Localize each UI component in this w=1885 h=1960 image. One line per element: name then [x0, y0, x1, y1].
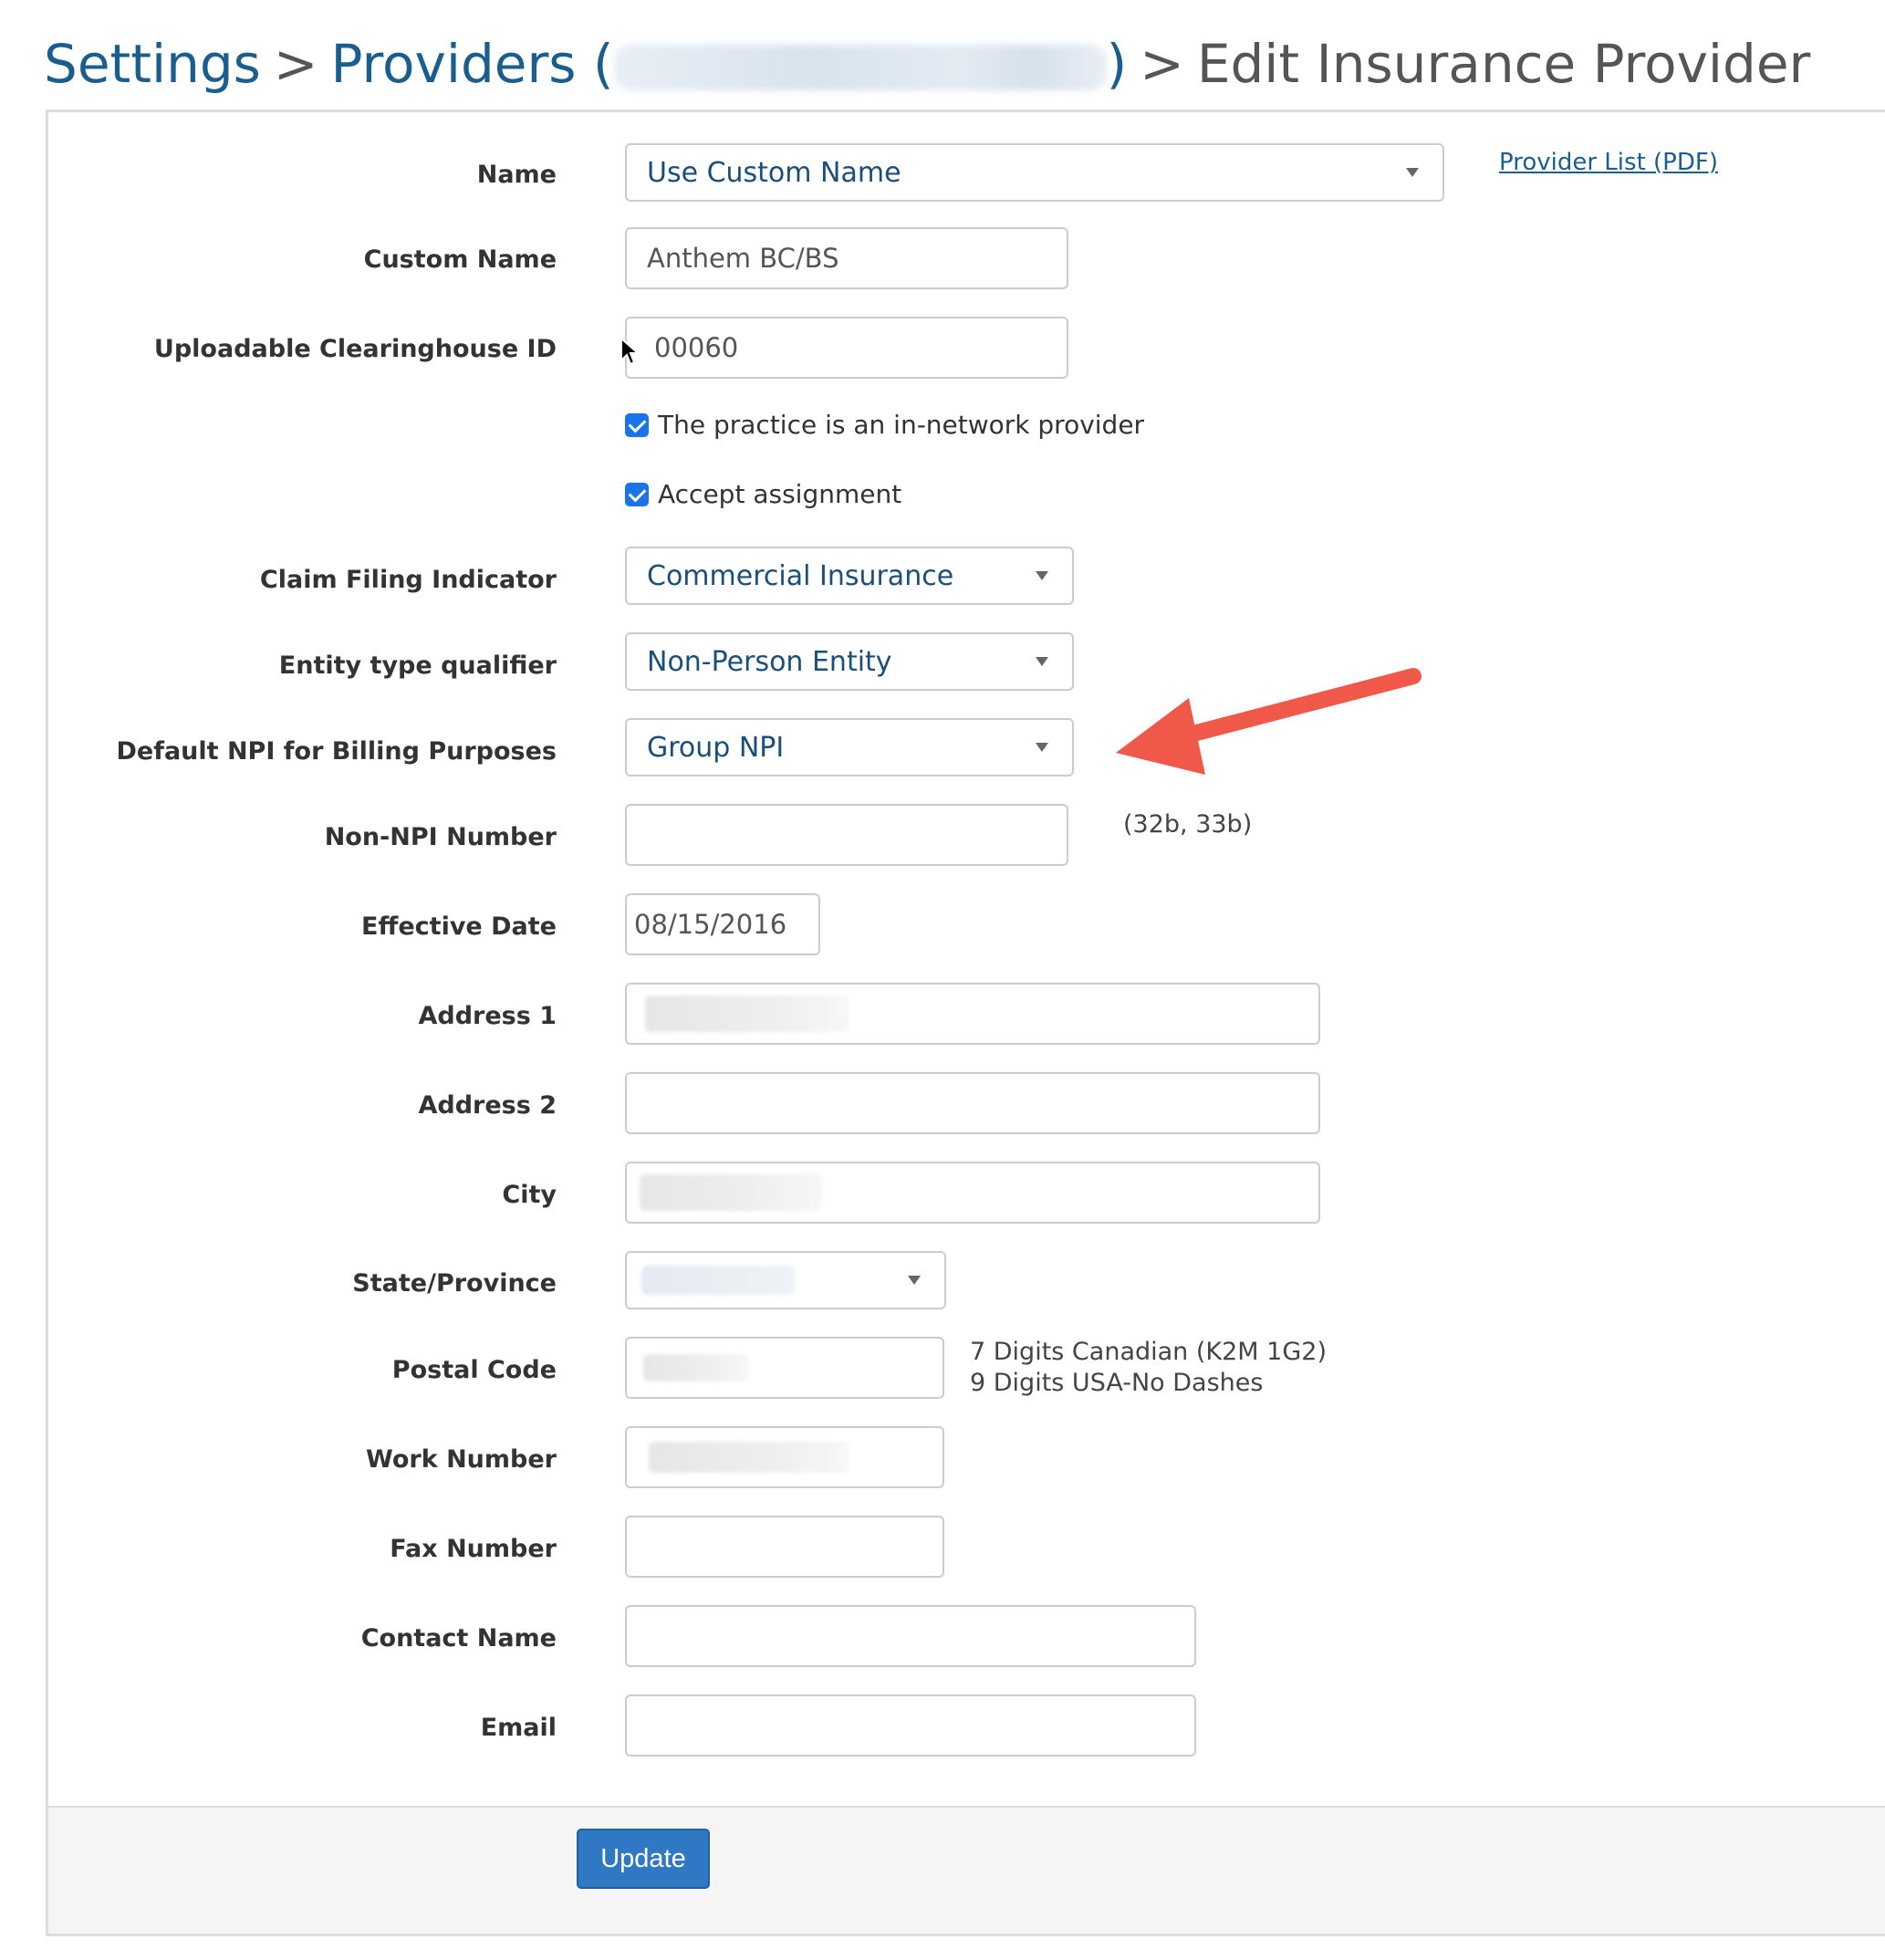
custom-name-input[interactable]: Anthem BC/BS [625, 227, 1068, 289]
chevron-down-icon [1036, 571, 1048, 580]
postal-code-label: Postal Code [391, 1356, 557, 1384]
provider-list-pdf-link[interactable]: Provider List (PDF) [1499, 149, 1718, 176]
email-label: Email [480, 1714, 557, 1742]
postal-code-hint-usa: 9 Digits USA-No Dashes [970, 1369, 1264, 1397]
name-select-value: Use Custom Name [647, 156, 901, 189]
address2-input[interactable] [625, 1072, 1320, 1134]
breadcrumb: Settings > Providers () > Edit Insurance Pro… [44, 29, 1810, 99]
default-npi-select[interactable]: Group NPI [625, 718, 1074, 777]
accept-assignment-checkbox-row[interactable]: Accept assignment [625, 479, 901, 509]
in-network-checkbox-row[interactable]: The practice is an in-network provider [625, 410, 1144, 440]
breadcrumb-current: Edit Insurance Provider [1196, 33, 1811, 95]
contact-name-input[interactable] [625, 1605, 1196, 1667]
redacted-city [640, 1174, 822, 1211]
redacted-provider-name [613, 44, 1107, 90]
address2-label: Address 2 [418, 1091, 557, 1120]
accept-assignment-checkbox[interactable] [625, 482, 649, 506]
claim-filing-label: Claim Filing Indicator [259, 566, 557, 594]
annotation-arrow-icon [1116, 668, 1422, 775]
contact-name-label: Contact Name [360, 1624, 557, 1652]
entity-type-value: Non-Person Entity [647, 645, 892, 678]
default-npi-label: Default NPI for Billing Purposes [116, 737, 557, 766]
redacted-state [641, 1266, 795, 1295]
default-npi-value: Group NPI [647, 731, 785, 764]
city-input[interactable] [625, 1162, 1320, 1224]
entity-type-label: Entity type qualifier [278, 652, 557, 680]
custom-name-value: Anthem BC/BS [647, 243, 839, 274]
breadcrumb-providers-link[interactable]: Providers () [331, 33, 1128, 95]
breadcrumb-separator: > [1140, 33, 1184, 95]
effective-date-input[interactable]: 08/15/2016 [625, 893, 820, 955]
in-network-label: The practice is an in-network provider [658, 410, 1145, 440]
redacted-address1 [645, 996, 849, 1032]
entity-type-select[interactable]: Non-Person Entity [625, 632, 1074, 691]
breadcrumb-separator: > [273, 33, 318, 95]
address1-label: Address 1 [418, 1002, 557, 1030]
state-select[interactable] [625, 1251, 946, 1309]
clearinghouse-id-value: 00060 [654, 332, 739, 363]
chevron-down-icon [1036, 657, 1048, 666]
fax-number-input[interactable] [625, 1516, 944, 1578]
name-label: Name [476, 161, 557, 189]
redacted-work-number [649, 1442, 849, 1473]
mouse-cursor-icon [620, 337, 640, 366]
edit-provider-panel: Provider List (PDF) Name Use Custom Name… [46, 109, 1885, 1936]
effective-date-value: 08/15/2016 [634, 909, 787, 940]
city-label: City [502, 1181, 557, 1209]
chevron-down-icon [1406, 168, 1419, 177]
state-label: State/Province [352, 1269, 557, 1298]
in-network-checkbox[interactable] [625, 412, 649, 437]
redacted-postal-code [643, 1354, 749, 1381]
work-number-label: Work Number [366, 1445, 557, 1474]
claim-filing-select[interactable]: Commercial Insurance [625, 547, 1074, 605]
clearinghouse-id-input[interactable]: 00060 [625, 317, 1068, 379]
non-npi-input[interactable] [625, 804, 1068, 866]
clearinghouse-id-label: Uploadable Clearinghouse ID [153, 335, 557, 363]
claim-filing-value: Commercial Insurance [647, 559, 954, 592]
fax-number-label: Fax Number [390, 1535, 557, 1563]
breadcrumb-providers-label: Providers ( [330, 33, 614, 95]
address1-input[interactable] [625, 983, 1320, 1045]
email-input[interactable] [625, 1694, 1196, 1757]
chevron-down-icon [908, 1276, 921, 1285]
breadcrumb-providers-close: ) [1106, 33, 1128, 95]
non-npi-hint: (32b, 33b) [1123, 810, 1253, 839]
custom-name-label: Custom Name [363, 245, 557, 274]
breadcrumb-settings-link[interactable]: Settings [44, 33, 261, 95]
name-select[interactable]: Use Custom Name [625, 143, 1444, 202]
effective-date-label: Effective Date [361, 912, 557, 941]
non-npi-label: Non-NPI Number [324, 823, 557, 851]
work-number-input[interactable] [625, 1426, 944, 1488]
form-footer [48, 1806, 1885, 1934]
postal-code-hint-canadian: 7 Digits Canadian (K2M 1G2) [970, 1338, 1327, 1366]
chevron-down-icon [1036, 743, 1048, 752]
postal-code-hint: 7 Digits Canadian (K2M 1G2) 9 Digits USA… [970, 1337, 1327, 1399]
postal-code-input[interactable] [625, 1337, 944, 1399]
accept-assignment-label: Accept assignment [658, 479, 902, 509]
update-button[interactable]: Update [577, 1829, 710, 1889]
